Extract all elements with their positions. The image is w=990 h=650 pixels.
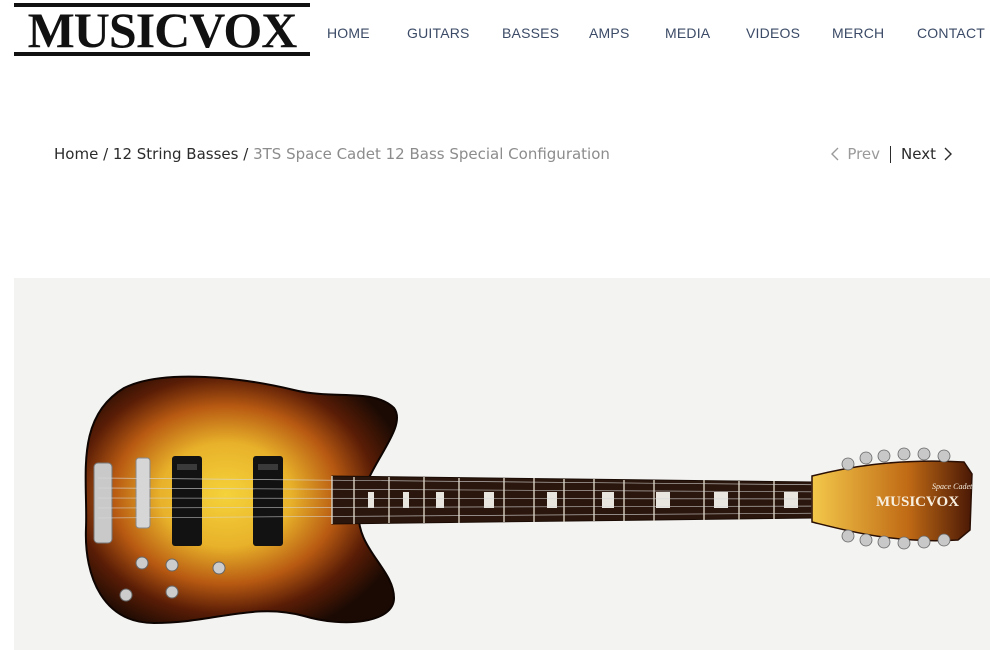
site-header: MUSICVOX HOME GUITARS BASSES AMPS MEDIA … [0,0,990,70]
breadcrumb-separator: / [243,145,249,163]
headstock-brand: MUSICVOX [876,494,959,510]
main-nav: HOME GUITARS BASSES AMPS MEDIA VIDEOS ME… [0,25,990,45]
prev-button[interactable]: Prev [831,145,880,163]
nav-contact[interactable]: CONTACT [917,25,985,41]
headstock-model: Space Cadet [932,482,973,491]
breadcrumb: Home / 12 String Basses / 3TS Space Cade… [54,145,610,163]
chevron-right-icon [944,147,952,161]
breadcrumb-current: 3TS Space Cadet 12 Bass Special Configur… [253,145,610,163]
pager-divider [890,145,892,163]
nav-media[interactable]: MEDIA [665,25,710,41]
nav-videos[interactable]: VIDEOS [746,25,800,41]
nav-basses[interactable]: BASSES [502,25,559,41]
product-image[interactable]: MUSICVOX Space Cadet [14,278,990,650]
next-label: Next [901,145,936,163]
nav-home[interactable]: HOME [327,25,370,41]
nav-guitars[interactable]: GUITARS [407,25,470,41]
nav-amps[interactable]: AMPS [589,25,629,41]
breadcrumb-separator: / [103,145,109,163]
product-pager: Prev Next [831,145,952,163]
prev-label: Prev [847,145,881,163]
breadcrumb-home[interactable]: Home [54,145,98,163]
chevron-left-icon [831,147,839,161]
next-button[interactable]: Next [901,145,952,163]
guitar-image: MUSICVOX Space Cadet [84,375,973,625]
breadcrumb-category[interactable]: 12 String Basses [113,145,239,163]
nav-merch[interactable]: MERCH [832,25,884,41]
